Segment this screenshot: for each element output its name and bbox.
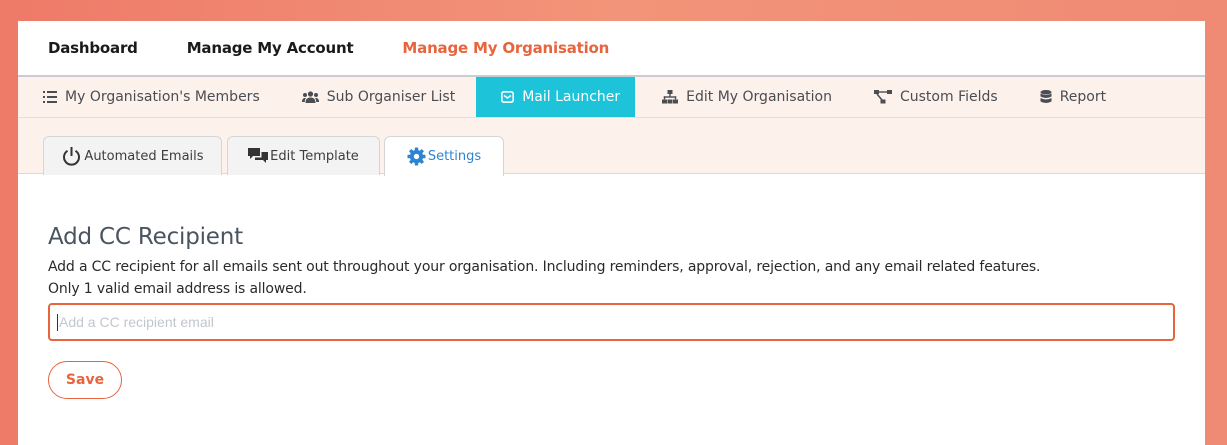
envelope-icon xyxy=(501,91,515,103)
tab-edit-template[interactable]: Edit Template xyxy=(227,136,380,175)
top-navigation: Dashboard Manage My Account Manage My Or… xyxy=(18,21,1205,75)
section-heading: Add CC Recipient xyxy=(48,224,243,250)
diagram-icon xyxy=(873,90,892,104)
nav-manage-my-organisation[interactable]: Manage My Organisation xyxy=(402,39,609,57)
subnav-custom-fields[interactable]: Custom Fields xyxy=(853,77,1019,117)
input-placeholder: Add a CC recipient email xyxy=(59,314,214,330)
save-button[interactable]: Save xyxy=(48,361,122,399)
subnav-report[interactable]: Report xyxy=(1019,77,1127,117)
tab-label: Edit Template xyxy=(270,148,359,164)
tab-label: Automated Emails xyxy=(84,148,204,164)
subnav-label: Sub Organiser List xyxy=(326,89,456,105)
subnav-sub-organiser-list[interactable]: Sub Organiser List xyxy=(281,77,476,117)
database-icon xyxy=(1040,90,1052,103)
subnav-label: Report xyxy=(1059,89,1107,105)
tab-label: Settings xyxy=(427,149,482,164)
text-caret xyxy=(57,313,58,331)
tab-strip: Automated Emails Edit Template Settings xyxy=(18,118,1205,176)
description-line-1: Add a CC recipient for all emails sent o… xyxy=(48,259,1041,275)
tab-automated-emails[interactable]: Automated Emails xyxy=(43,136,222,175)
gear-icon xyxy=(407,147,426,166)
subnav-label: Mail Launcher xyxy=(522,89,621,105)
settings-content: Add CC Recipient Add a CC recipient for … xyxy=(18,174,1205,399)
sub-navigation: My Organisation's Members Sub Organiser … xyxy=(18,75,1205,118)
main-panel: Dashboard Manage My Account Manage My Or… xyxy=(18,21,1205,445)
tab-settings[interactable]: Settings xyxy=(384,136,504,176)
cc-recipient-email-input[interactable]: Add a CC recipient email xyxy=(48,303,1175,341)
subnav-label: Custom Fields xyxy=(899,89,998,105)
subnav-mail-launcher[interactable]: Mail Launcher xyxy=(476,77,636,117)
list-icon xyxy=(43,91,57,103)
subnav-label: My Organisation's Members xyxy=(65,89,260,105)
subnav-label: Edit My Organisation xyxy=(686,89,832,105)
subnav-organisation-members[interactable]: My Organisation's Members xyxy=(18,77,281,117)
nav-dashboard[interactable]: Dashboard xyxy=(48,39,138,57)
comments-icon xyxy=(248,148,269,163)
subnav-edit-my-organisation[interactable]: Edit My Organisation xyxy=(641,77,853,117)
users-icon xyxy=(301,91,319,103)
description-line-2: Only 1 valid email address is allowed. xyxy=(48,281,307,297)
nav-manage-my-account[interactable]: Manage My Account xyxy=(187,39,354,57)
power-icon xyxy=(63,146,81,166)
sitemap-icon xyxy=(662,90,679,104)
